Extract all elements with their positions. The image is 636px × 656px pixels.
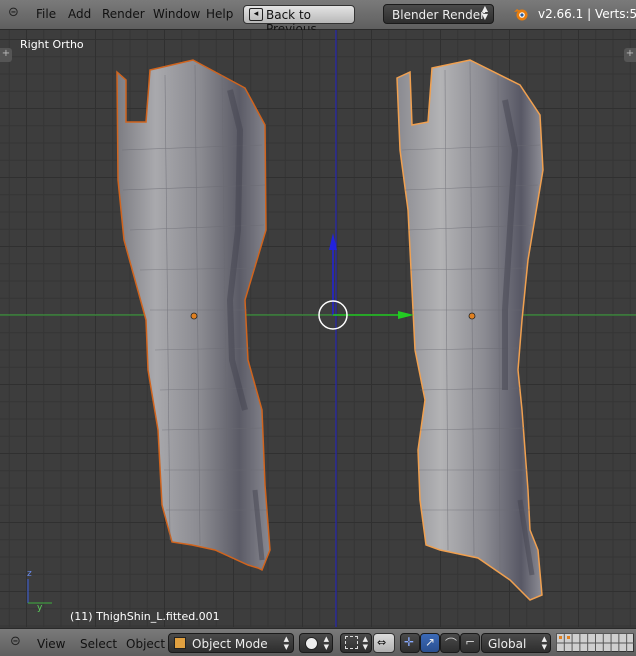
manipulate-center-button[interactable]: ⇔ bbox=[373, 633, 395, 653]
menu-add[interactable]: Add bbox=[68, 7, 91, 21]
leg-mesh-right[interactable] bbox=[396, 59, 544, 601]
dropdown-arrows-icon: ▲ ▼ bbox=[541, 635, 547, 651]
manipulator-icon: ⇔ bbox=[377, 636, 387, 649]
pivot-icon bbox=[345, 636, 358, 649]
back-to-previous-button[interactable]: ◂ Back to Previous bbox=[243, 5, 355, 36]
pivot-point-select[interactable]: ▲ ▼ bbox=[340, 633, 372, 653]
origin-left-icon bbox=[190, 312, 198, 320]
active-layer-dot-icon bbox=[567, 636, 570, 639]
rotate-arc-icon: ⌒ bbox=[445, 637, 458, 651]
menu-select[interactable]: Select bbox=[80, 637, 117, 651]
svg-text:z: z bbox=[27, 569, 32, 579]
translate-manipulator-button[interactable]: ↗ bbox=[420, 633, 440, 653]
version-stats: v2.66.1 | Verts:58 bbox=[538, 7, 636, 21]
render-engine-label: Blender Render bbox=[392, 8, 486, 22]
dropdown-arrows-icon: ▲ ▼ bbox=[481, 4, 488, 21]
scene-canvas: z y bbox=[0, 30, 636, 627]
3d-viewport[interactable]: Right Ortho + + z y (11) ThighShin_L.fit… bbox=[0, 30, 636, 627]
menu-file[interactable]: File bbox=[36, 7, 56, 21]
menu-view[interactable]: View bbox=[37, 637, 65, 651]
render-engine-select[interactable]: Blender Render ▲ ▼ bbox=[383, 4, 494, 24]
rotate-manipulator-button[interactable]: ⌒ bbox=[440, 633, 460, 653]
dropdown-arrows-icon: ▲ ▼ bbox=[362, 635, 368, 651]
info-header: ⊝ File Add Render Window Help ◂ Back to … bbox=[0, 0, 636, 36]
menu-render[interactable]: Render bbox=[102, 7, 145, 21]
active-layer-dot-icon bbox=[559, 636, 562, 639]
editor-type-icon[interactable]: ⊝ bbox=[8, 5, 24, 20]
manipulator-toggle-button[interactable]: ✛ bbox=[400, 633, 420, 653]
svg-text:y: y bbox=[37, 603, 43, 613]
back-icon: ◂ bbox=[249, 8, 263, 21]
menu-window[interactable]: Window bbox=[153, 7, 200, 21]
origin-right-icon bbox=[468, 312, 476, 320]
transform-manipulator[interactable] bbox=[318, 233, 414, 330]
mode-label: Object Mode bbox=[192, 637, 268, 651]
y-arrow-icon[interactable] bbox=[398, 311, 414, 319]
object-info: (11) ThighShin_L.fitted.001 bbox=[70, 610, 220, 623]
shading-solid-icon bbox=[305, 637, 318, 650]
cube-icon bbox=[174, 637, 186, 649]
layers-grid[interactable] bbox=[556, 633, 636, 652]
orientation-label: Global bbox=[488, 637, 527, 651]
viewport-shading-select[interactable]: ▲ ▼ bbox=[299, 633, 333, 653]
scale-icon: ⌐ bbox=[465, 635, 476, 649]
axis-gizmo-icon: ✛ bbox=[404, 635, 415, 649]
viewport-header: ⊝ View Select Object Object Mode ▲ ▼ ▲ ▼ ▲… bbox=[0, 628, 636, 656]
transform-orientation-select[interactable]: Global ▲ ▼ bbox=[481, 633, 551, 653]
menu-object[interactable]: Object bbox=[126, 637, 165, 651]
axis-widget: z y bbox=[27, 569, 52, 613]
blender-logo-icon bbox=[514, 9, 528, 21]
mode-select[interactable]: Object Mode ▲ ▼ bbox=[168, 633, 294, 653]
scale-manipulator-button[interactable]: ⌐ bbox=[460, 633, 480, 653]
translate-arrow-icon: ↗ bbox=[425, 635, 436, 649]
dropdown-arrows-icon: ▲ ▼ bbox=[323, 635, 329, 651]
dropdown-arrows-icon: ▲ ▼ bbox=[283, 635, 289, 651]
menu-help[interactable]: Help bbox=[206, 7, 233, 21]
editor-type-icon[interactable]: ⊝ bbox=[10, 634, 21, 649]
